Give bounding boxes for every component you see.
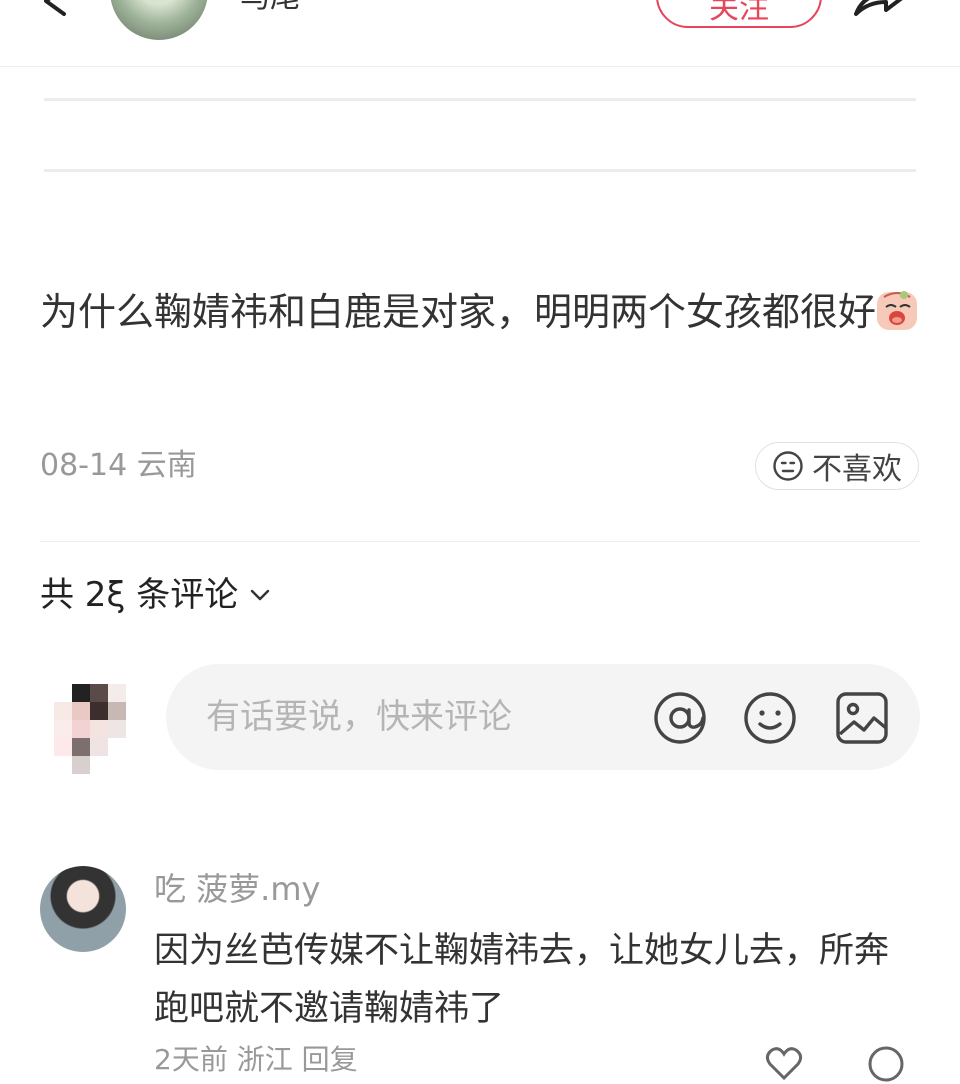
post-title-text: 为什么鞠婧祎和白鹿是对家，明明两个女孩都很好 [40,290,877,334]
comment-text: 因为丝芭传媒不让鞠婧祎去，让她女儿去，所奔跑吧就不邀请鞠婧祎了 [154,931,890,1029]
image-icon[interactable] [834,690,890,746]
like-icon[interactable] [764,1044,804,1084]
comment-input-placeholder: 有话要说，快来评论 [206,697,512,737]
follow-button[interactable]: 关注 [656,0,822,28]
commenter-name[interactable]: 吃 菠萝.my [154,866,320,912]
neutral-face-icon [773,451,803,481]
comment-meta: 2天前 浙江 回复 [154,1043,358,1076]
post-title: 为什么鞠婧祎和白鹿是对家，明明两个女孩都很好 [40,284,920,341]
dislike-label: 不喜欢 [812,452,902,487]
image-divider [44,169,916,172]
share-icon[interactable] [852,0,906,20]
at-icon[interactable] [652,690,708,746]
author-name[interactable]: 马尾 [240,0,300,18]
chevron-down-icon [251,589,270,601]
back-icon[interactable] [40,0,70,16]
commenter-avatar[interactable] [40,866,126,952]
my-avatar[interactable] [52,684,126,774]
comment-count-toggle[interactable]: 共 2ξ 条评论 [40,572,272,618]
sad-emoji-icon [877,291,918,330]
post-meta: 08-14 云南 [40,446,197,486]
post-date: 08-14 [40,448,128,483]
reply-icon[interactable] [866,1044,906,1084]
author-avatar[interactable] [110,0,208,40]
emoji-icon[interactable] [742,690,798,746]
post-location: 云南 [136,448,197,483]
section-divider [40,541,920,542]
comment-count-label: 共 2ξ 条评论 [40,575,239,615]
image-divider [44,98,916,101]
dislike-button[interactable]: 不喜欢 [755,442,919,490]
top-bar: 马尾 关注 [0,0,960,67]
